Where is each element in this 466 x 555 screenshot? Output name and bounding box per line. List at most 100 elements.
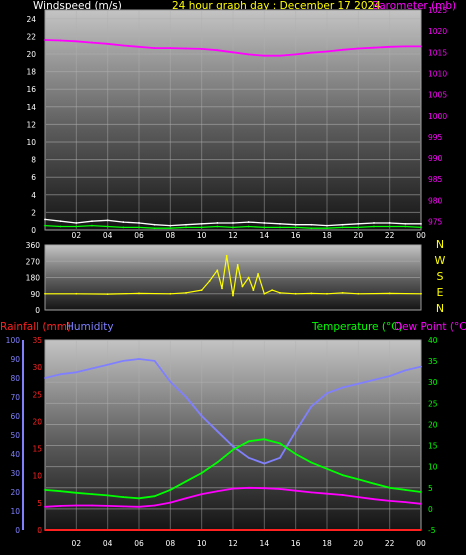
temp-hum-panel: 1009080706050403020100 35302520151050 40… bbox=[6, 336, 438, 548]
wind-direction-line-point bbox=[185, 291, 187, 294]
wind-direction-line-point bbox=[247, 276, 250, 279]
dewpoint-line-point bbox=[185, 497, 187, 500]
compass-labels: N W S E N bbox=[435, 238, 446, 315]
temperature-line-point bbox=[263, 438, 266, 441]
dewpoint-line-point bbox=[153, 504, 156, 507]
direction-tick-label: 90 bbox=[30, 290, 40, 299]
windspeed-tick-label: 14 bbox=[26, 103, 36, 112]
dewpoint-line-point bbox=[294, 489, 297, 492]
windspeed-tick-label: 6 bbox=[31, 173, 36, 182]
barometer-line-point bbox=[310, 51, 313, 54]
humidity-line-point bbox=[294, 430, 297, 433]
wind-direction-line-point bbox=[169, 292, 172, 295]
rainfall-tick-label: 25 bbox=[32, 390, 42, 399]
barometer-line-point bbox=[122, 44, 125, 47]
wind-direction-line-point bbox=[326, 292, 328, 295]
barometer-tick-label: 1000 bbox=[428, 112, 447, 121]
dewpoint-line-point bbox=[263, 487, 266, 490]
rainfall-tick-label: 30 bbox=[32, 363, 42, 372]
temperature-line-point bbox=[44, 488, 46, 491]
windspeed-tick-label: 2 bbox=[31, 208, 36, 217]
barometer-line-point bbox=[75, 40, 78, 43]
humidity-tick-label: 30 bbox=[10, 469, 20, 478]
wind-direction-line-point bbox=[257, 272, 259, 275]
compass-letter-n-bottom: N bbox=[436, 302, 444, 315]
wind-direction-line-point bbox=[341, 291, 344, 294]
rainfall-axis: 35 30 25 20 15 10 5 0 bbox=[32, 336, 42, 535]
barometer-line-point bbox=[59, 39, 62, 42]
windspeed-line-point bbox=[357, 222, 360, 225]
gust-line-point bbox=[294, 226, 297, 229]
windspeed-line-point bbox=[420, 222, 422, 225]
windspeed-line-point bbox=[153, 223, 156, 226]
time-tick-label: 06 bbox=[134, 539, 144, 548]
time-tick-label: 04 bbox=[103, 231, 113, 240]
temperature-tick-label: 10 bbox=[428, 463, 438, 472]
windspeed-line-point bbox=[122, 221, 125, 223]
dewpoint-line-point bbox=[373, 498, 375, 501]
direction-tick-label: 180 bbox=[26, 274, 41, 283]
humidity-line-point bbox=[106, 363, 109, 366]
gust-line-point bbox=[310, 227, 313, 230]
direction-tick-label: 0 bbox=[35, 306, 40, 315]
humidity-tick-label: 10 bbox=[10, 507, 20, 516]
humidity-line-point bbox=[247, 456, 250, 459]
wind-direction-line-point bbox=[420, 292, 422, 295]
humidity-line-point bbox=[263, 462, 266, 465]
dewpoint-legend: Dew Point (°C) bbox=[394, 321, 466, 333]
barometer-tick-label: 985 bbox=[428, 175, 443, 184]
dewpoint-line-point bbox=[106, 505, 109, 507]
weather-graph: Windspeed (m/s) 24 hour graph day : Dece… bbox=[0, 0, 466, 548]
windspeed-axis: 242220181614121086420 bbox=[26, 15, 36, 235]
temperature-line-point bbox=[122, 496, 125, 498]
temperature-tick-label: 15 bbox=[428, 442, 438, 451]
temperature-line-point bbox=[357, 478, 360, 481]
humidity-axis: 1009080706050403020100 bbox=[6, 336, 24, 535]
dewpoint-line-point bbox=[420, 502, 422, 505]
dewpoint-line-point bbox=[169, 501, 172, 504]
barometer-line-point bbox=[357, 47, 360, 50]
dewpoint-line-point bbox=[91, 504, 93, 507]
time-tick-label: 08 bbox=[166, 539, 176, 548]
dewpoint-line-point bbox=[404, 501, 407, 504]
barometer-line-point bbox=[404, 45, 407, 48]
rainfall-tick-label: 15 bbox=[32, 445, 42, 454]
windspeed-line-point bbox=[106, 219, 109, 222]
direction-panel: 360 270 180 90 0 N W S E N bbox=[26, 238, 446, 315]
barometer-tick-label: 995 bbox=[428, 133, 443, 142]
humidity-tick-label: 60 bbox=[10, 412, 20, 421]
windspeed-line-point bbox=[169, 224, 172, 227]
gust-line-point bbox=[44, 224, 46, 227]
wind-direction-line-point bbox=[388, 292, 391, 295]
windspeed-tick-label: 16 bbox=[26, 85, 36, 94]
temperature-line-point bbox=[200, 472, 203, 474]
windspeed-tick-label: 0 bbox=[31, 226, 36, 235]
temperature-line-point bbox=[420, 491, 422, 493]
direction-axis: 360 270 180 90 0 bbox=[26, 241, 41, 315]
time-tick-label: 12 bbox=[228, 539, 238, 548]
rainfall-tick-label: 20 bbox=[32, 417, 42, 426]
gust-line-point bbox=[91, 224, 93, 227]
gust-line-point bbox=[420, 226, 422, 229]
barometer-line-point bbox=[279, 54, 281, 57]
barometer-tick-label: 1025 bbox=[428, 6, 447, 15]
humidity-line-point bbox=[357, 382, 360, 385]
gust-line-point bbox=[75, 225, 78, 228]
barometer-tick-label: 1020 bbox=[428, 27, 447, 36]
temperature-tick-label: 0 bbox=[428, 505, 433, 514]
rainfall-tick-label: 0 bbox=[37, 526, 42, 535]
temperature-line-point bbox=[294, 453, 297, 455]
windspeed-line-point bbox=[310, 223, 313, 226]
barometer-line-point bbox=[341, 48, 344, 51]
wind-baro-panel: 242220181614121086420 102510201015101010… bbox=[26, 6, 447, 240]
gust-line-point bbox=[169, 227, 172, 230]
direction-tick-label: 360 bbox=[26, 241, 41, 250]
wind-direction-line-point bbox=[216, 269, 219, 272]
time-tick-label: 02 bbox=[72, 539, 82, 548]
barometer-line-point bbox=[138, 45, 140, 48]
windspeed-line-point bbox=[326, 224, 328, 227]
temperature-line-point bbox=[185, 480, 187, 483]
windspeed-line-point bbox=[341, 223, 344, 226]
dewpoint-line-point bbox=[326, 492, 328, 495]
dewpoint-line-point bbox=[138, 505, 140, 508]
